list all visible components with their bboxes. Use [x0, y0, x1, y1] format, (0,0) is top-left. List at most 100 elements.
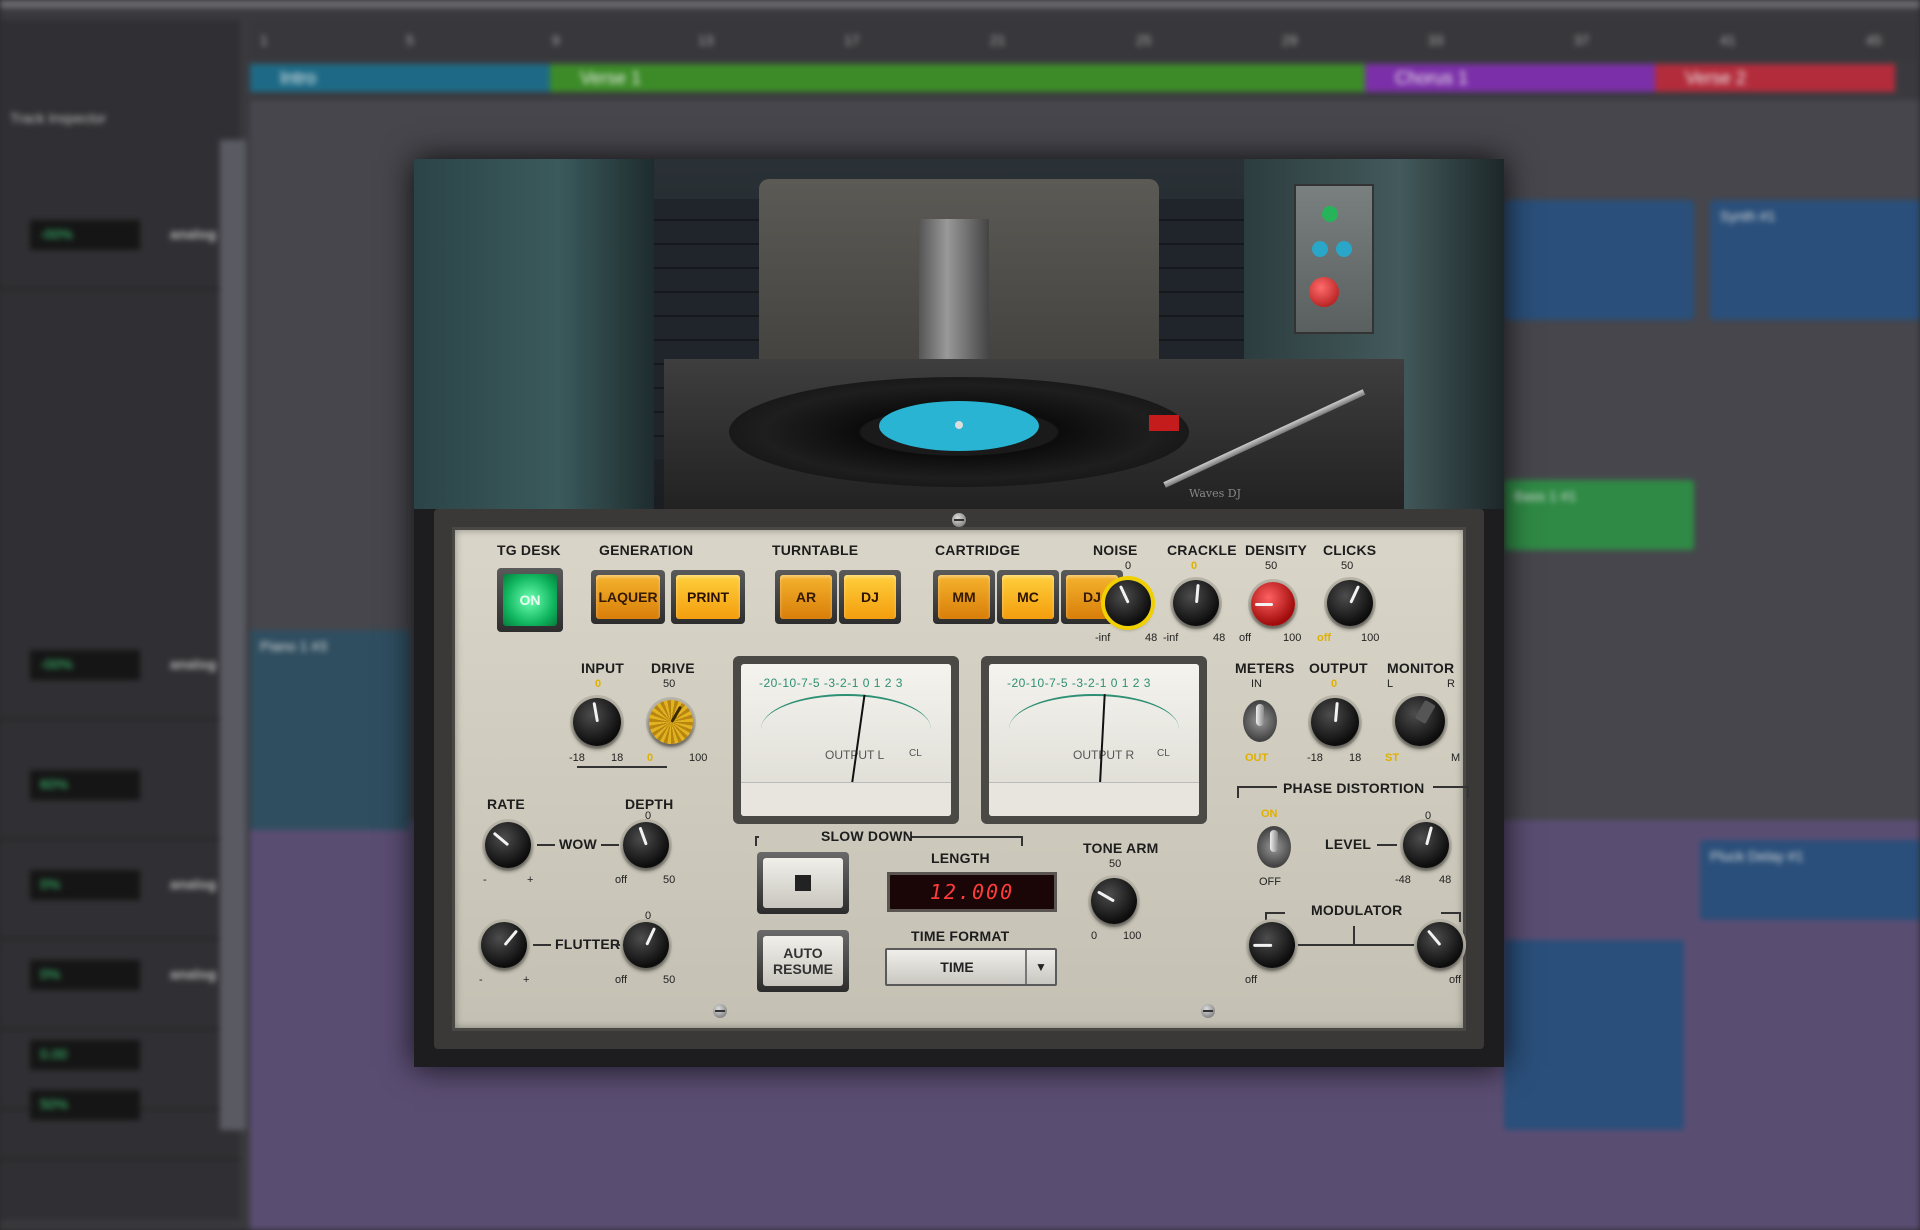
- clip[interactable]: Pluck Delay #1: [1700, 840, 1920, 920]
- depth-knob[interactable]: [623, 822, 669, 868]
- track-strip[interactable]: -00% analog: [0, 620, 240, 720]
- bracket-line: [911, 836, 1023, 838]
- tone-arm-top: 50: [1109, 858, 1122, 870]
- level-knob[interactable]: [1403, 822, 1449, 868]
- vu-glass: -20-10-7-5 -3-2-1 0 1 2 3 OUTPUT R CL: [989, 664, 1199, 816]
- arrangement-marker[interactable]: Verse 1: [550, 64, 1365, 92]
- strip-label: analog: [170, 876, 217, 892]
- clip[interactable]: Bass 1 #1: [1504, 480, 1694, 550]
- turntable-dj-button[interactable]: DJ: [839, 570, 901, 624]
- tg-desk-on-button[interactable]: ON: [497, 568, 563, 632]
- arrangement-marker[interactable]: Intro: [250, 64, 550, 92]
- vu-foot: [741, 782, 951, 816]
- cartridge-mc-button[interactable]: MC: [997, 570, 1059, 624]
- screw-icon: [1201, 1004, 1215, 1018]
- selector-bar: [1414, 699, 1436, 724]
- track-strip[interactable]: 50%: [0, 1060, 240, 1160]
- monitor-selector[interactable]: [1395, 696, 1445, 746]
- bracket-line: [1265, 912, 1267, 922]
- crackle-knob[interactable]: [1173, 580, 1219, 626]
- strip-value: 0%: [30, 960, 140, 990]
- tg-desk-on-label: ON: [503, 574, 557, 626]
- track-color-strip: [220, 140, 246, 1130]
- level-label: LEVEL: [1325, 836, 1372, 852]
- flutter-rate-knob[interactable]: [481, 922, 527, 968]
- output-knob[interactable]: [1311, 698, 1359, 746]
- generation-laquer-button[interactable]: LAQUER: [591, 570, 665, 624]
- screen: Track Inspector -00% analog -00% analog …: [0, 0, 1920, 1230]
- crackle-label: CRACKLE: [1167, 542, 1237, 558]
- rate-label: RATE: [487, 796, 525, 812]
- phase-distortion-toggle[interactable]: [1257, 826, 1291, 868]
- cartridge-head: [1149, 415, 1179, 431]
- depth-top-value: 0: [645, 810, 652, 822]
- rate-knob[interactable]: [485, 822, 531, 868]
- arrangement-marker[interactable]: Verse 2: [1655, 64, 1895, 92]
- auto-resume-label: AUTO RESUME: [763, 936, 843, 986]
- strip-label: analog: [170, 226, 217, 242]
- vu-scale: -20-10-7-5 -3-2-1 0 1 2 3: [759, 676, 903, 690]
- clicks-knob[interactable]: [1327, 580, 1373, 626]
- monitor-l: L: [1387, 678, 1394, 690]
- cartridge-mm-button[interactable]: MM: [933, 570, 995, 624]
- green-led-icon: [1322, 206, 1338, 222]
- rate-max: +: [527, 874, 534, 886]
- flutter-depth-knob[interactable]: [623, 922, 669, 968]
- drive-max: 100: [689, 752, 708, 764]
- ruler-tick-label: 1: [260, 32, 268, 48]
- auto-resume-button[interactable]: AUTO RESUME: [757, 930, 849, 992]
- meters-toggle[interactable]: [1243, 700, 1277, 742]
- control-panel: TG DESK GENERATION TURNTABLE CARTRIDGE N…: [434, 509, 1484, 1049]
- slow-down-label: SLOW DOWN: [821, 828, 914, 844]
- monitor-label: MONITOR: [1387, 660, 1455, 676]
- vu-foot: [989, 782, 1199, 816]
- knob-indicator: [669, 705, 682, 723]
- timeline-ruler[interactable]: 15913172125293337414549: [250, 20, 1920, 60]
- connector-line: [533, 944, 551, 946]
- ruler-tick-label: 37: [1574, 32, 1590, 48]
- button-label: MM: [938, 575, 990, 619]
- vu-meter-right: -20-10-7-5 -3-2-1 0 1 2 3 OUTPUT R CL: [981, 656, 1207, 824]
- strip-value: 60%: [30, 770, 140, 800]
- track-strip[interactable]: 0% analog: [0, 840, 240, 940]
- flutter-depth-min: off: [615, 974, 628, 986]
- tone-arm-min: 0: [1091, 930, 1098, 942]
- machine-left: [414, 159, 654, 509]
- button-label: MC: [1002, 575, 1054, 619]
- ruler-tick-label: 9: [552, 32, 560, 48]
- phase-off-label: OFF: [1259, 876, 1281, 888]
- clip-label: Pluck Delay #1: [1710, 848, 1804, 864]
- stop-cap: [763, 858, 843, 908]
- turntable-ar-button[interactable]: AR: [775, 570, 837, 624]
- vu-clip-label: CL: [1157, 748, 1170, 759]
- length-display[interactable]: 12.000: [887, 872, 1057, 912]
- clip[interactable]: Piano 1 #3: [250, 630, 410, 830]
- vu-clip-label: CL: [909, 748, 922, 759]
- slow-down-stop-button[interactable]: [757, 852, 849, 914]
- clip[interactable]: [1504, 200, 1694, 320]
- panel-face: TG DESK GENERATION TURNTABLE CARTRIDGE N…: [452, 527, 1469, 1031]
- time-format-select[interactable]: TIME ▼: [885, 948, 1057, 986]
- arrangement-marker[interactable]: Chorus 1: [1365, 64, 1655, 92]
- input-knob[interactable]: [573, 698, 621, 746]
- modulator-right-knob[interactable]: [1417, 922, 1463, 968]
- noise-min: -inf: [1095, 632, 1111, 644]
- clip[interactable]: Synth #1: [1710, 200, 1920, 320]
- noise-knob[interactable]: [1105, 580, 1151, 626]
- output-min: -18: [1307, 752, 1323, 764]
- knob-indicator: [1424, 825, 1433, 846]
- drive-knob[interactable]: [649, 700, 693, 744]
- track-strip[interactable]: 60%: [0, 740, 240, 840]
- blue-led-icon: [1312, 241, 1328, 257]
- density-knob[interactable]: [1251, 582, 1295, 626]
- rate-min: -: [483, 874, 487, 886]
- tone-arm-knob[interactable]: [1091, 878, 1137, 924]
- clip[interactable]: [1504, 940, 1684, 1130]
- knob-indicator: [1333, 701, 1339, 723]
- modulator-left-knob[interactable]: [1249, 922, 1295, 968]
- button-label: LAQUER: [596, 575, 660, 619]
- track-strip[interactable]: -00% analog: [0, 190, 240, 290]
- connector-line: [537, 844, 555, 846]
- generation-print-button[interactable]: PRINT: [671, 570, 745, 624]
- lathe-scene-image: Waves DJ: [414, 159, 1504, 509]
